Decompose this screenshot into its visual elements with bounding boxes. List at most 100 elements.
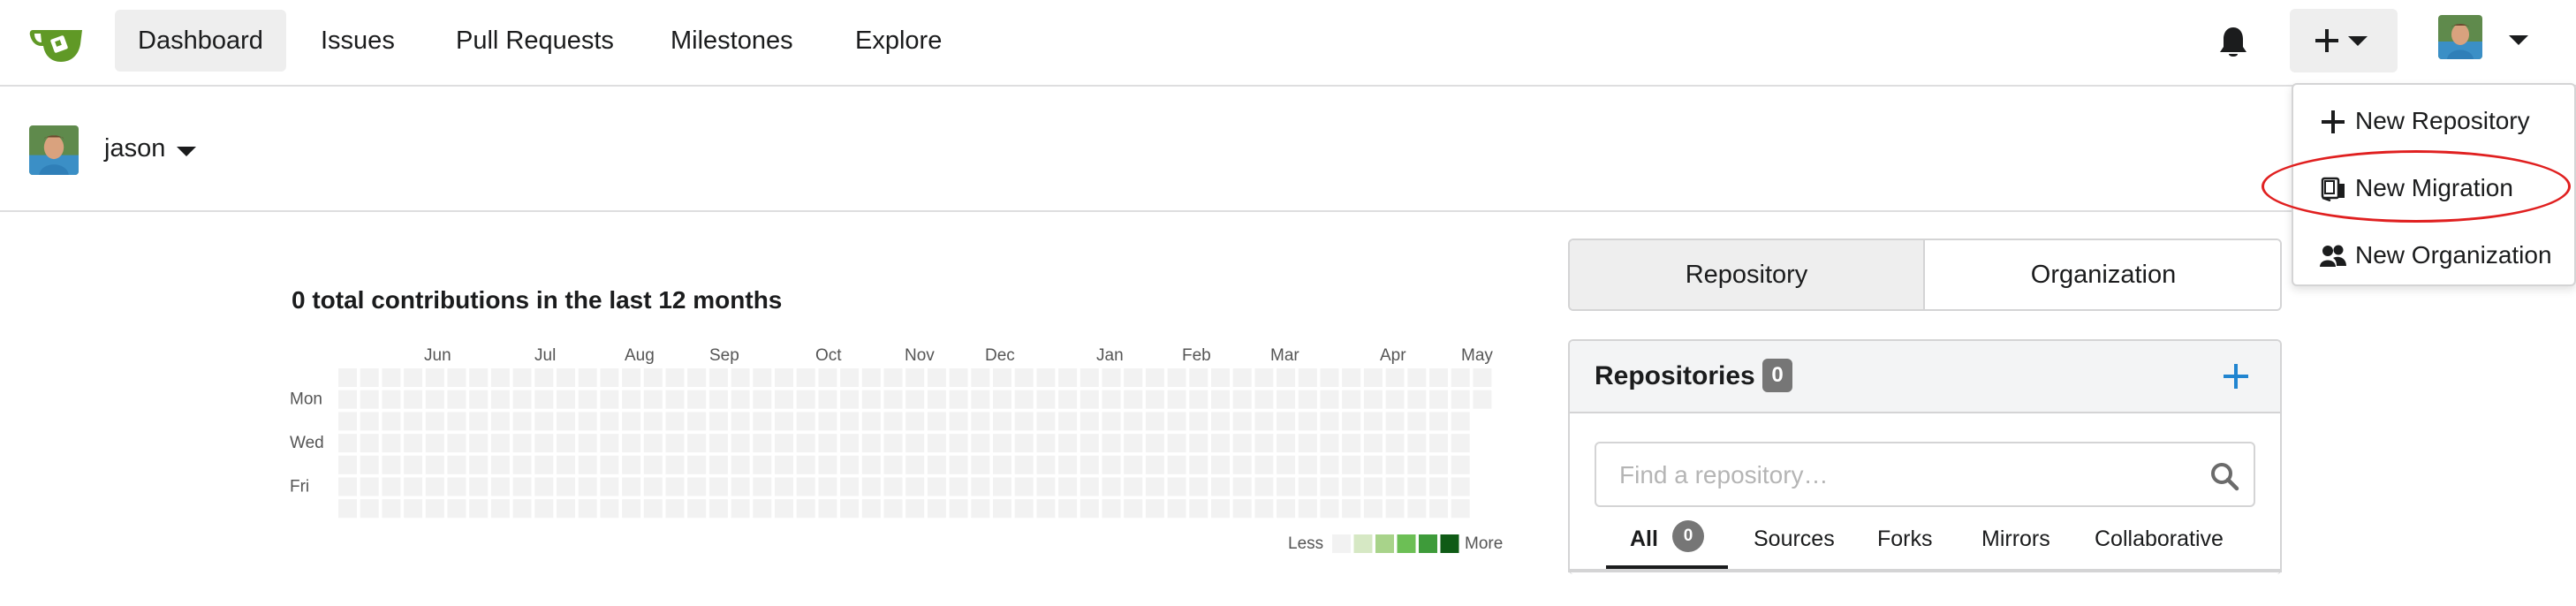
heatmap-day-cell[interactable] (1058, 499, 1078, 519)
heatmap-day-cell[interactable] (949, 368, 968, 387)
heatmap-day-cell[interactable] (1429, 368, 1448, 387)
heatmap-day-cell[interactable] (905, 455, 925, 474)
filter-mirrors[interactable]: Mirrors (1981, 526, 2050, 552)
heatmap-day-cell[interactable] (425, 499, 444, 519)
heatmap-day-cell[interactable] (1429, 477, 1448, 496)
heatmap-day-cell[interactable] (840, 412, 860, 431)
heatmap-day-cell[interactable] (1189, 477, 1208, 496)
heatmap-day-cell[interactable] (512, 368, 532, 387)
heatmap-day-cell[interactable] (1385, 499, 1405, 519)
heatmap-day-cell[interactable] (883, 434, 903, 453)
create-new-button[interactable] (2290, 9, 2398, 72)
heatmap-day-cell[interactable] (404, 390, 423, 409)
heatmap-day-cell[interactable] (753, 499, 772, 519)
user-avatar[interactable] (29, 125, 79, 175)
heatmap-day-cell[interactable] (731, 434, 750, 453)
heatmap-day-cell[interactable] (753, 434, 772, 453)
heatmap-day-cell[interactable] (1277, 477, 1296, 496)
heatmap-day-cell[interactable] (687, 455, 707, 474)
heatmap-day-cell[interactable] (1145, 412, 1164, 431)
heatmap-day-cell[interactable] (643, 499, 663, 519)
heatmap-day-cell[interactable] (404, 412, 423, 431)
heatmap-day-cell[interactable] (1189, 499, 1208, 519)
heatmap-day-cell[interactable] (883, 368, 903, 387)
heatmap-day-cell[interactable] (1385, 477, 1405, 496)
heatmap-day-cell[interactable] (622, 499, 641, 519)
heatmap-day-cell[interactable] (1211, 455, 1230, 474)
heatmap-day-cell[interactable] (1232, 455, 1252, 474)
heatmap-day-cell[interactable] (643, 412, 663, 431)
heatmap-day-cell[interactable] (1211, 477, 1230, 496)
heatmap-day-cell[interactable] (731, 499, 750, 519)
heatmap-day-cell[interactable] (927, 390, 946, 409)
heatmap-day-cell[interactable] (993, 368, 1011, 387)
heatmap-day-cell[interactable] (404, 477, 423, 496)
heatmap-day-cell[interactable] (1058, 390, 1078, 409)
heatmap-day-cell[interactable] (338, 499, 357, 519)
add-repository-plus-icon[interactable] (2222, 362, 2250, 390)
heatmap-day-cell[interactable] (861, 434, 881, 453)
heatmap-day-cell[interactable] (796, 477, 815, 496)
heatmap-day-cell[interactable] (1102, 455, 1121, 474)
heatmap-day-cell[interactable] (447, 499, 466, 519)
heatmap-day-cell[interactable] (665, 477, 685, 496)
heatmap-day-cell[interactable] (622, 455, 641, 474)
heatmap-day-cell[interactable] (1385, 390, 1405, 409)
heatmap-day-cell[interactable] (1473, 390, 1492, 409)
heatmap-day-cell[interactable] (971, 499, 990, 519)
heatmap-day-cell[interactable] (1363, 390, 1383, 409)
heatmap-day-cell[interactable] (534, 477, 554, 496)
heatmap-day-cell[interactable] (425, 477, 444, 496)
heatmap-day-cell[interactable] (1277, 434, 1296, 453)
heatmap-day-cell[interactable] (512, 499, 532, 519)
heatmap-day-cell[interactable] (447, 390, 466, 409)
heatmap-day-cell[interactable] (1407, 455, 1427, 474)
heatmap-day-cell[interactable] (796, 455, 815, 474)
heatmap-day-cell[interactable] (1407, 390, 1427, 409)
heatmap-day-cell[interactable] (1124, 412, 1143, 431)
heatmap-day-cell[interactable] (1124, 368, 1143, 387)
heatmap-day-cell[interactable] (927, 412, 946, 431)
heatmap-day-cell[interactable] (404, 499, 423, 519)
heatmap-day-cell[interactable] (1232, 477, 1252, 496)
heatmap-day-cell[interactable] (382, 477, 401, 496)
heatmap-day-cell[interactable] (600, 412, 619, 431)
bell-icon[interactable] (2217, 25, 2249, 60)
heatmap-day-cell[interactable] (578, 390, 597, 409)
nav-pull-requests[interactable]: Pull Requests (433, 10, 637, 72)
heatmap-day-cell[interactable] (578, 412, 597, 431)
heatmap-day-cell[interactable] (557, 434, 575, 453)
heatmap-day-cell[interactable] (1298, 368, 1317, 387)
heatmap-day-cell[interactable] (753, 390, 772, 409)
heatmap-day-cell[interactable] (753, 368, 772, 387)
heatmap-day-cell[interactable] (643, 368, 663, 387)
heatmap-day-cell[interactable] (557, 390, 575, 409)
heatmap-day-cell[interactable] (1254, 368, 1274, 387)
heatmap-day-cell[interactable] (404, 455, 423, 474)
heatmap-day-cell[interactable] (775, 368, 793, 387)
heatmap-day-cell[interactable] (1451, 434, 1470, 453)
heatmap-day-cell[interactable] (818, 390, 837, 409)
heatmap-day-cell[interactable] (1080, 434, 1099, 453)
heatmap-day-cell[interactable] (818, 412, 837, 431)
heatmap-day-cell[interactable] (665, 455, 685, 474)
heatmap-day-cell[interactable] (687, 499, 707, 519)
heatmap-day-cell[interactable] (622, 368, 641, 387)
heatmap-day-cell[interactable] (665, 412, 685, 431)
heatmap-day-cell[interactable] (447, 477, 466, 496)
heatmap-day-cell[interactable] (338, 434, 357, 453)
heatmap-day-cell[interactable] (1102, 499, 1121, 519)
heatmap-day-cell[interactable] (687, 434, 707, 453)
heatmap-day-cell[interactable] (1298, 455, 1317, 474)
heatmap-day-cell[interactable] (1407, 368, 1427, 387)
heatmap-day-cell[interactable] (469, 434, 489, 453)
heatmap-day-cell[interactable] (338, 477, 357, 496)
heatmap-day-cell[interactable] (382, 390, 401, 409)
heatmap-day-cell[interactable] (1124, 434, 1143, 453)
heatmap-day-cell[interactable] (949, 455, 968, 474)
heatmap-day-cell[interactable] (1342, 455, 1361, 474)
heatmap-day-cell[interactable] (382, 434, 401, 453)
heatmap-day-cell[interactable] (1124, 455, 1143, 474)
heatmap-day-cell[interactable] (883, 477, 903, 496)
heatmap-day-cell[interactable] (905, 499, 925, 519)
